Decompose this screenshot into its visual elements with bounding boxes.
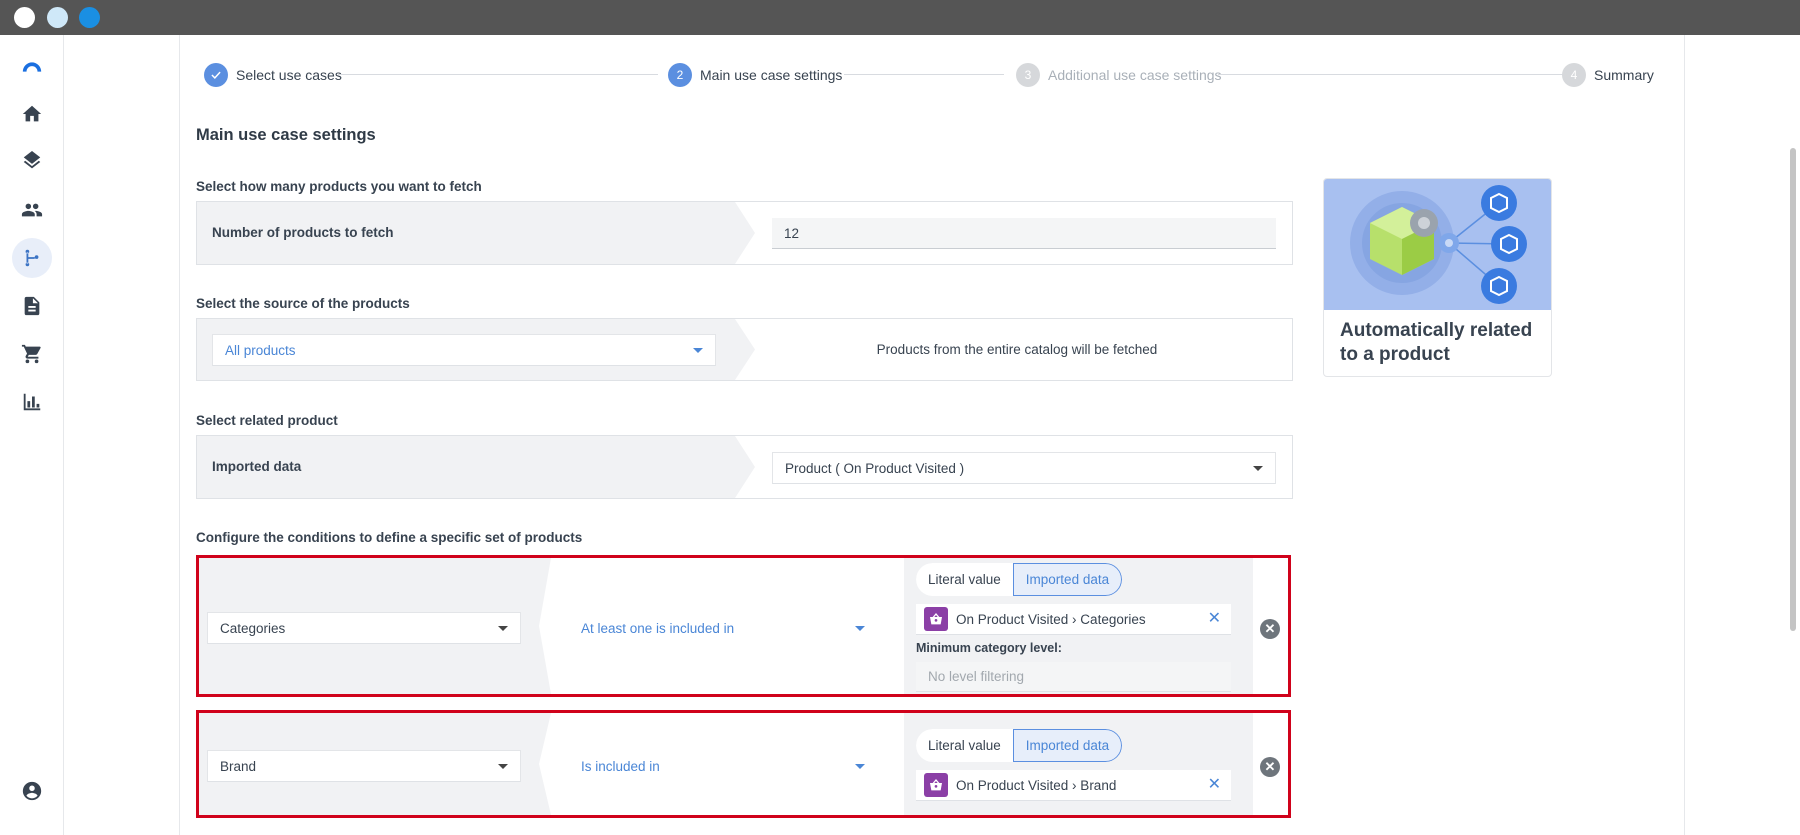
condition-attribute-select[interactable]: Categories	[207, 612, 521, 644]
step-number: 4	[1562, 63, 1586, 87]
condition-operator-value: At least one is included in	[581, 620, 735, 636]
card-title: Automatically related to a product	[1340, 320, 1533, 365]
chevron-down-icon	[855, 764, 865, 769]
page-title: Main use case settings	[196, 126, 376, 144]
window-title-bar	[0, 0, 1800, 35]
source-section-label: Select the source of the products	[196, 296, 410, 311]
logo-arc-icon[interactable]	[12, 47, 52, 87]
chevron-down-icon	[1253, 466, 1263, 471]
value-type-toggle: Literal value Imported data	[916, 563, 1123, 596]
products-count-input[interactable]: 12	[772, 218, 1276, 249]
condition-attribute-value: Categories	[220, 620, 286, 636]
step-label: Select use cases	[236, 67, 342, 83]
step-main-use-case-settings[interactable]: 2 Main use case settings	[668, 62, 842, 88]
related-products-illustration	[1324, 179, 1551, 310]
chevron-down-icon	[498, 764, 508, 769]
step-connector	[338, 74, 658, 75]
step-label: Summary	[1594, 67, 1654, 83]
fetch-section-label: Select how many products you want to fet…	[196, 179, 482, 194]
related-section-label: Select related product	[196, 413, 338, 428]
value-type-toggle: Literal value Imported data	[916, 729, 1123, 762]
chevron-down-icon	[855, 626, 865, 631]
related-row-label: Imported data	[212, 459, 302, 474]
min-category-level-input[interactable]: No level filtering	[916, 662, 1231, 692]
use-case-card: Automatically related to a product	[1323, 178, 1552, 377]
imported-value-chip[interactable]: On Product Visited › Categories ✕	[916, 604, 1231, 635]
source-description: Products from the entire catalog will be…	[876, 342, 1158, 357]
people-icon[interactable]	[12, 190, 52, 230]
fetch-panel: Number of products to fetch 12	[196, 201, 1293, 265]
account-icon[interactable]	[12, 771, 52, 811]
condition-row-categories: Categories At least one is included in L…	[196, 555, 1291, 697]
related-panel: Imported data Product ( On Product Visit…	[196, 435, 1293, 499]
step-number: 2	[668, 63, 692, 87]
condition-operator-select[interactable]: At least one is included in	[569, 612, 877, 644]
condition-operator-select[interactable]: Is included in	[569, 750, 877, 782]
close-icon[interactable]: ✕	[1208, 776, 1221, 794]
remove-condition-button[interactable]: ✕	[1260, 619, 1280, 639]
step-number: 3	[1016, 63, 1040, 87]
window-minimize-button[interactable]	[47, 7, 68, 28]
flow-branch-icon[interactable]	[12, 238, 52, 278]
source-panel: All products Products from the entire ca…	[196, 318, 1293, 381]
product-source-select[interactable]: All products	[212, 334, 716, 366]
step-summary[interactable]: 4 Summary	[1562, 62, 1654, 88]
toggle-imported-data[interactable]: Imported data	[1012, 563, 1123, 596]
bar-chart-icon[interactable]	[12, 382, 52, 422]
step-connector	[844, 74, 1004, 75]
document-icon[interactable]	[12, 286, 52, 326]
condition-row-brand: Brand Is included in Literal value Impor…	[196, 710, 1291, 818]
window-close-button[interactable]	[14, 7, 35, 28]
step-connector	[1218, 74, 1564, 75]
cart-icon[interactable]	[12, 334, 52, 374]
step-additional-use-case-settings[interactable]: 3 Additional use case settings	[1016, 62, 1222, 88]
chevron-down-icon	[693, 348, 703, 353]
sidebar	[0, 35, 64, 835]
scrollbar-thumb[interactable]	[1790, 148, 1796, 631]
step-select-use-cases[interactable]: Select use cases	[204, 62, 342, 88]
toggle-imported-data[interactable]: Imported data	[1012, 729, 1123, 762]
close-icon[interactable]: ✕	[1208, 610, 1221, 628]
imported-value-chip[interactable]: On Product Visited › Brand ✕	[916, 770, 1231, 801]
basket-icon	[924, 773, 948, 797]
step-label: Main use case settings	[700, 67, 843, 83]
related-product-value: Product ( On Product Visited )	[785, 460, 965, 476]
layers-icon[interactable]	[12, 142, 52, 182]
step-label: Additional use case settings	[1048, 67, 1222, 83]
chip-label: On Product Visited › Categories	[956, 611, 1146, 627]
basket-icon	[924, 607, 948, 631]
chevron-down-icon	[498, 626, 508, 631]
conditions-section-label: Configure the conditions to define a spe…	[196, 530, 583, 545]
remove-condition-button[interactable]: ✕	[1260, 757, 1280, 777]
min-category-level-label: Minimum category level:	[916, 641, 1062, 655]
toggle-literal-value[interactable]: Literal value	[916, 563, 1013, 596]
wizard-stepper: Select use cases 2 Main use case setting…	[204, 62, 1654, 90]
related-product-select[interactable]: Product ( On Product Visited )	[772, 452, 1276, 484]
home-icon[interactable]	[12, 94, 52, 134]
check-icon	[204, 63, 228, 87]
toggle-literal-value[interactable]: Literal value	[916, 729, 1013, 762]
condition-attribute-select[interactable]: Brand	[207, 750, 521, 782]
condition-attribute-value: Brand	[220, 758, 257, 774]
condition-operator-value: Is included in	[581, 758, 660, 774]
fetch-row-label: Number of products to fetch	[212, 225, 394, 240]
product-source-value: All products	[225, 342, 296, 358]
window-maximize-button[interactable]	[79, 7, 100, 28]
chip-label: On Product Visited › Brand	[956, 777, 1117, 793]
